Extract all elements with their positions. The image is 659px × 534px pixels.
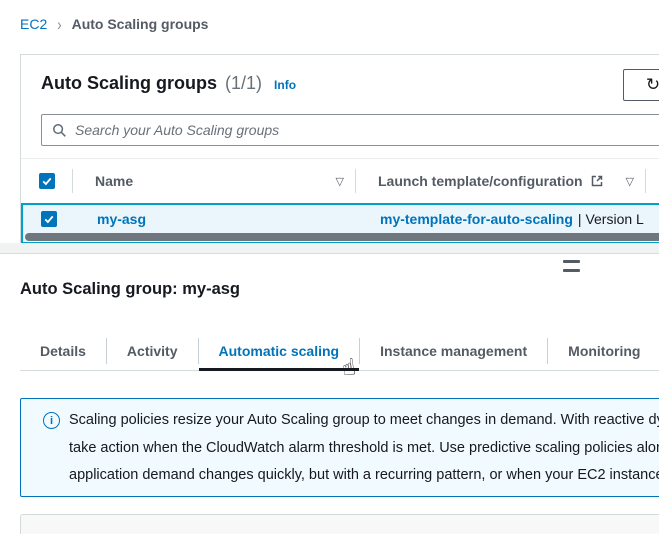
name-column-header: Name [95, 173, 133, 189]
page-title: Auto Scaling groups [41, 73, 217, 94]
check-icon [41, 175, 53, 187]
table-row[interactable]: my-asg my-template-for-auto-scaling | Ve… [21, 203, 659, 244]
breadcrumb-ec2-link[interactable]: EC2 [20, 16, 47, 32]
asg-list-card: Auto Scaling groups (1/1) Info ↻ Name ▽ … [20, 54, 659, 243]
search-input[interactable] [75, 122, 659, 138]
banner-line: take action when the CloudWatch alarm th… [69, 435, 659, 463]
launch-column-header: Launch template/configuration [378, 173, 583, 189]
chevron-right-icon: › [57, 15, 61, 34]
panel-gap [0, 243, 659, 253]
info-icon: i [43, 412, 60, 429]
refresh-icon: ↻ [646, 75, 659, 95]
row-checkbox[interactable] [41, 211, 57, 227]
banner-line: application demand changes quickly, but … [69, 462, 659, 490]
external-link-icon[interactable] [590, 174, 604, 188]
info-link[interactable]: Info [274, 78, 296, 92]
split-panel-drag-handle[interactable] [563, 260, 581, 272]
scaling-info-banner: i Scaling policies resize your Auto Scal… [20, 398, 659, 497]
tab-activity[interactable]: Activity [107, 331, 198, 371]
launch-template-version: | Version L [578, 211, 644, 227]
sort-launch-icon[interactable]: ▽ [626, 175, 634, 188]
scrollbar-thumb[interactable] [25, 233, 659, 241]
drag-handle-bar [563, 260, 580, 263]
asg-name-link[interactable]: my-asg [97, 211, 146, 227]
refresh-button[interactable]: ↻ [623, 69, 659, 101]
table-header-row: Name ▽ Launch template/configuration ▽ [21, 158, 659, 203]
tab-instance-management[interactable]: Instance management [360, 331, 547, 371]
drag-handle-bar [563, 269, 580, 272]
breadcrumb: EC2 › Auto Scaling groups [20, 16, 208, 32]
tab-automatic-scaling[interactable]: Automatic scaling [199, 331, 360, 371]
result-count: (1/1) [225, 73, 262, 94]
horizontal-scrollbar[interactable] [25, 233, 659, 242]
search-icon [52, 123, 67, 138]
breadcrumb-current: Auto Scaling groups [72, 16, 209, 32]
tab-bar: Details Activity Automatic scaling Insta… [20, 331, 659, 371]
tab-monitoring[interactable]: Monitoring [548, 331, 659, 371]
card-header: Auto Scaling groups (1/1) Info [41, 73, 296, 94]
launch-template-link[interactable]: my-template-for-auto-scaling [380, 211, 573, 227]
select-all-checkbox[interactable] [39, 173, 55, 189]
sort-name-icon[interactable]: ▽ [336, 175, 344, 188]
detail-panel-title: Auto Scaling group: my-asg [20, 280, 240, 299]
policies-card-partial [20, 514, 659, 534]
panel-divider [0, 253, 659, 254]
banner-text: Scaling policies resize your Auto Scalin… [69, 407, 659, 496]
banner-line: Scaling policies resize your Auto Scalin… [69, 407, 659, 435]
check-icon [43, 213, 55, 225]
search-box[interactable] [41, 114, 659, 146]
tab-details[interactable]: Details [20, 331, 106, 371]
